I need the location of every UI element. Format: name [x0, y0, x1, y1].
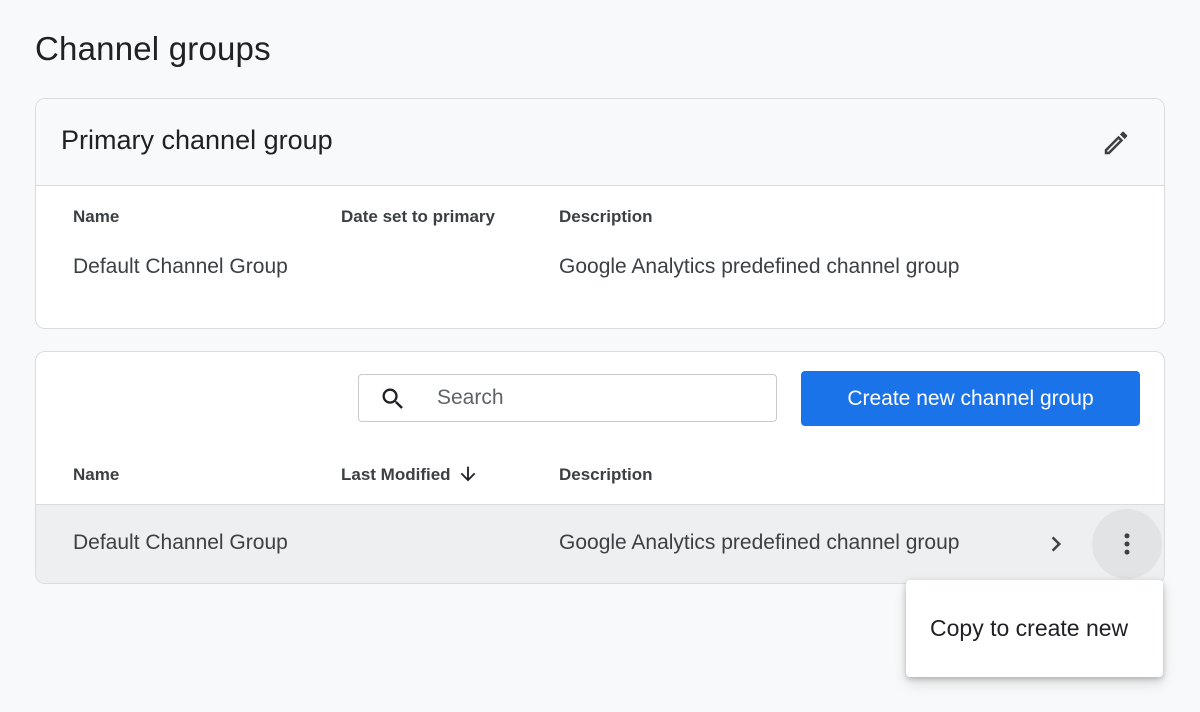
arrow-down-icon — [460, 466, 475, 482]
create-channel-group-button[interactable]: Create new channel group — [801, 371, 1140, 426]
search-input[interactable] — [437, 375, 757, 421]
search-icon — [382, 388, 403, 409]
more-vert-icon — [1124, 533, 1130, 555]
page-title: Channel groups — [35, 30, 271, 67]
table-row[interactable]: Default Channel Group Google Analytics p… — [36, 504, 1164, 583]
search-box[interactable] — [358, 374, 777, 422]
row-options-menu: Copy to create new — [906, 580, 1163, 677]
edit-primary-button[interactable] — [1096, 123, 1136, 163]
primary-col-description: Description — [559, 207, 653, 226]
row-more-options-button[interactable] — [1092, 509, 1162, 579]
primary-col-date: Date set to primary — [341, 207, 495, 226]
menu-item-copy-to-create-new[interactable]: Copy to create new — [906, 580, 1163, 677]
channel-groups-list-card: Create new channel group Name Last Modif… — [35, 351, 1165, 584]
primary-channel-group-card: Primary channel group Name Date set to p… — [35, 98, 1165, 329]
primary-row-name: Default Channel Group — [73, 255, 288, 278]
open-row-button[interactable] — [1039, 525, 1073, 563]
list-col-last-modified-header[interactable]: Last Modified — [341, 465, 479, 485]
list-col-last-modified: Last Modified — [341, 465, 451, 484]
chevron-right-icon — [1051, 536, 1061, 552]
list-col-name: Name — [73, 465, 120, 484]
list-col-description: Description — [559, 465, 653, 484]
primary-row-description: Google Analytics predefined channel grou… — [559, 255, 960, 278]
primary-col-name: Name — [73, 207, 120, 226]
primary-card-title: Primary channel group — [61, 125, 333, 155]
row-description: Google Analytics predefined channel grou… — [559, 531, 960, 554]
pencil-icon — [1104, 131, 1128, 155]
row-name: Default Channel Group — [73, 531, 288, 554]
page: Channel groups Primary channel group Nam… — [0, 0, 1200, 712]
primary-card-header: Primary channel group — [36, 99, 1164, 186]
